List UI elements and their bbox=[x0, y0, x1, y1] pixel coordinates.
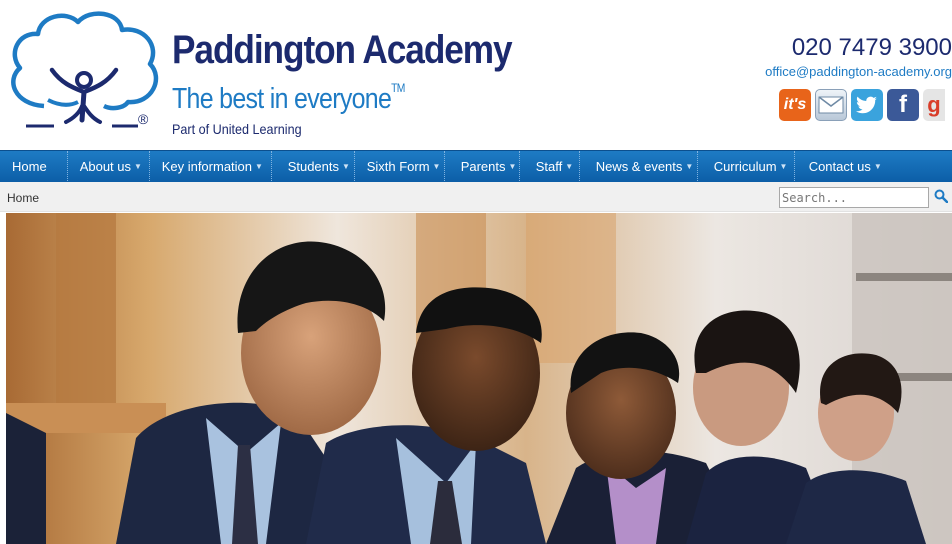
chevron-down-icon: ▼ bbox=[508, 162, 517, 171]
its-icon[interactable]: it's bbox=[779, 89, 811, 121]
chevron-down-icon: ▼ bbox=[134, 162, 142, 171]
breadcrumb[interactable]: Home bbox=[7, 191, 39, 205]
site-subtitle: Part of United Learning bbox=[172, 121, 302, 137]
site-header: ® Paddington Academy The best in everyon… bbox=[0, 0, 952, 150]
nav-item-sixth-form[interactable]: Sixth Form ▼ bbox=[355, 150, 445, 183]
nav-item-news-events[interactable]: News & events ▼ bbox=[580, 150, 698, 183]
nav-item-contact-us[interactable]: Contact us ▼ bbox=[795, 151, 895, 183]
chevron-down-icon: ▼ bbox=[432, 162, 441, 171]
chevron-down-icon: ▼ bbox=[342, 162, 350, 171]
registered-mark: ® bbox=[138, 111, 149, 127]
breadcrumb-bar: Home bbox=[0, 182, 952, 212]
site-branding[interactable]: Paddington Academy The best in everyoneT… bbox=[172, 28, 558, 137]
nav-item-curriculum[interactable]: Curriculum ▼ bbox=[698, 150, 795, 183]
nav-item-key-information[interactable]: Key information ▼ bbox=[150, 150, 272, 183]
phone-number: 020 7479 3900 bbox=[791, 34, 952, 61]
chevron-down-icon: ▼ bbox=[685, 162, 694, 171]
main-navigation: Home About us ▼ Key information ▼ Students… bbox=[0, 150, 952, 183]
site-tagline: The best in everyoneTM bbox=[172, 81, 405, 115]
email-link[interactable]: office@paddington-academy.org bbox=[692, 64, 952, 79]
nav-item-parents[interactable]: Parents ▼ bbox=[445, 150, 520, 183]
social-links: it's f g bbox=[779, 89, 945, 123]
nav-item-students[interactable]: Students ▼ bbox=[272, 150, 355, 183]
google-plus-icon[interactable]: g bbox=[923, 89, 945, 121]
email-icon[interactable] bbox=[815, 89, 847, 121]
twitter-icon[interactable] bbox=[851, 89, 883, 121]
nav-item-staff[interactable]: Staff ▼ bbox=[520, 150, 580, 183]
site-name: Paddington Academy bbox=[172, 28, 513, 72]
chevron-down-icon: ▼ bbox=[779, 162, 788, 171]
nav-item-home[interactable]: Home bbox=[0, 150, 68, 183]
facebook-icon[interactable]: f bbox=[887, 89, 919, 121]
chevron-down-icon: ▼ bbox=[255, 162, 263, 171]
nav-item-about-us[interactable]: About us ▼ bbox=[68, 150, 150, 183]
search-input[interactable] bbox=[779, 187, 929, 208]
trademark-symbol: TM bbox=[391, 81, 405, 95]
contact-block: 020 7479 3900 office@paddington-academy.… bbox=[692, 34, 952, 79]
search-icon[interactable] bbox=[934, 189, 948, 203]
hero-image bbox=[6, 213, 952, 544]
chevron-down-icon: ▼ bbox=[873, 162, 882, 171]
chevron-down-icon: ▼ bbox=[565, 162, 574, 171]
students-photo bbox=[6, 213, 952, 544]
